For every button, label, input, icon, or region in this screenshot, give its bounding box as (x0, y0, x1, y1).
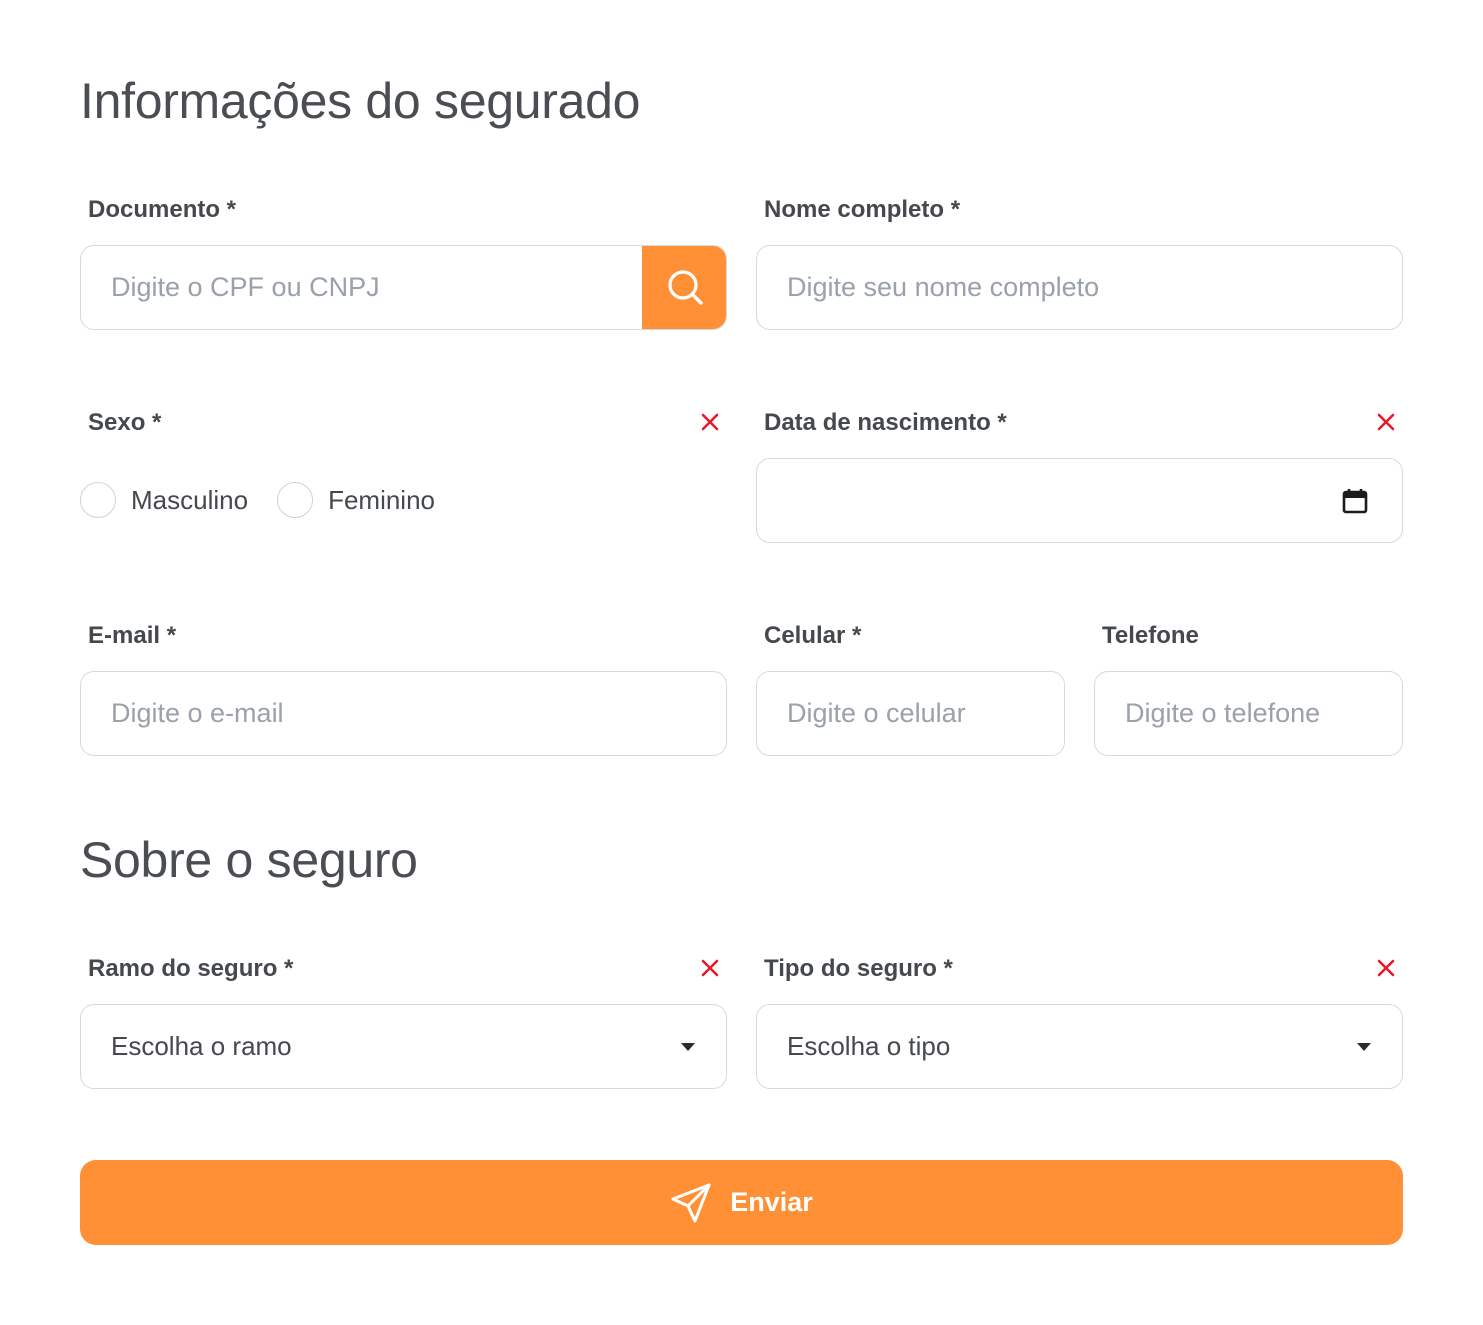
insurance-branch-label: Ramo do seguro * (88, 955, 294, 982)
insurance-type-error-close-icon[interactable] (1375, 957, 1397, 979)
insurance-branch-select[interactable]: Escolha o ramo (80, 1004, 727, 1089)
email-input[interactable] (81, 698, 726, 729)
caret-down-icon (681, 1042, 695, 1051)
close-icon (1377, 413, 1395, 431)
insurance-branch-error-close-icon[interactable] (699, 957, 721, 979)
sex-radio-group: Masculino Feminino (80, 482, 435, 518)
submit-label: Enviar (730, 1187, 813, 1217)
mobile-input[interactable] (757, 698, 1064, 729)
send-icon (671, 1183, 711, 1222)
sex-error-close-icon[interactable] (699, 411, 721, 433)
insurance-type-selected: Escolha o tipo (787, 1031, 951, 1061)
full-name-label: Nome completo * (764, 196, 961, 223)
document-input[interactable] (81, 272, 671, 303)
radio-label-masculino: Masculino (131, 485, 249, 515)
birth-date-input[interactable] (756, 458, 1403, 543)
close-icon (1377, 959, 1395, 977)
close-icon (701, 959, 719, 977)
birth-date-error-close-icon[interactable] (1375, 411, 1397, 433)
section-title-insurance: Sobre o seguro (80, 832, 418, 888)
insurance-type-select[interactable]: Escolha o tipo (756, 1004, 1403, 1089)
caret-down-icon (1357, 1042, 1371, 1051)
birth-date-label: Data de nascimento * (764, 409, 1007, 436)
email-field (80, 671, 727, 756)
insurance-type-label: Tipo do seguro * (764, 955, 953, 982)
mobile-label: Celular * (764, 622, 862, 649)
radio-masculino[interactable] (80, 482, 116, 518)
section-title-insured: Informações do segurado (80, 73, 641, 129)
close-icon (701, 413, 719, 431)
submit-button[interactable]: Enviar (80, 1160, 1403, 1245)
document-field-group (80, 245, 727, 330)
mobile-field (756, 671, 1065, 756)
radio-option-masculino[interactable]: Masculino (80, 482, 248, 518)
email-label: E-mail * (88, 622, 177, 649)
phone-input[interactable] (1095, 698, 1402, 729)
full-name-input[interactable] (757, 272, 1402, 303)
radio-option-feminino[interactable]: Feminino (277, 482, 435, 518)
sex-label: Sexo * (88, 409, 162, 436)
radio-feminino[interactable] (277, 482, 314, 518)
search-button[interactable] (641, 246, 726, 329)
full-name-field (756, 245, 1403, 330)
phone-label: Telefone (1102, 622, 1199, 649)
calendar-icon[interactable] (1342, 488, 1368, 514)
search-icon (667, 270, 703, 305)
document-label: Documento * (88, 196, 237, 223)
insurance-form: Informações do segurado Documento * Nome… (0, 0, 1483, 1325)
insurance-branch-selected: Escolha o ramo (111, 1031, 292, 1061)
radio-label-feminino: Feminino (328, 485, 435, 515)
phone-field (1094, 671, 1403, 756)
